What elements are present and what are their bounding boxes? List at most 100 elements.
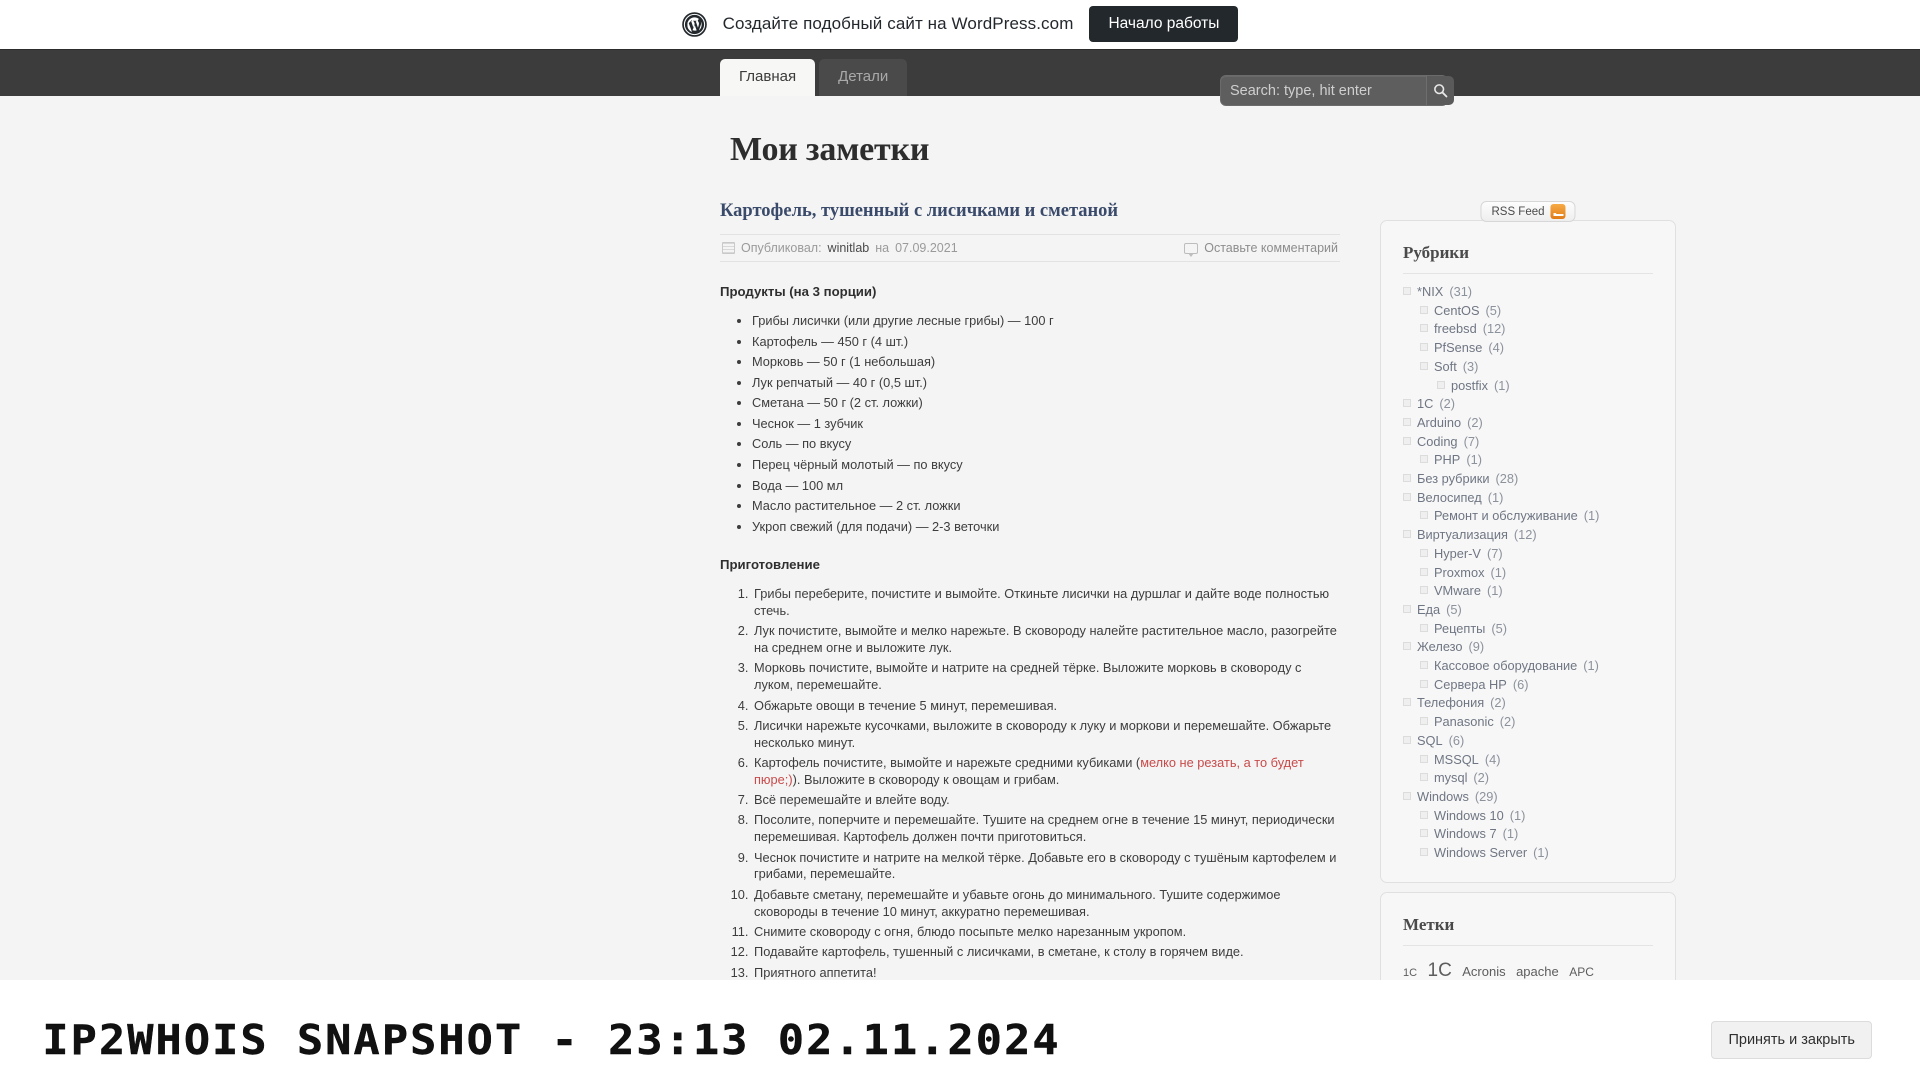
- post-title[interactable]: Картофель, тушенный с лисичками и сметан…: [720, 201, 1340, 222]
- tag-cloud-link[interactable]: apache: [1516, 964, 1559, 979]
- category-bullet-icon: [1420, 586, 1428, 595]
- category-item[interactable]: postfix (1): [1403, 378, 1653, 394]
- post-author[interactable]: winitlab: [828, 241, 870, 255]
- category-name[interactable]: Рецепты: [1434, 621, 1485, 637]
- category-item[interactable]: Proxmox (1): [1403, 565, 1653, 581]
- category-item[interactable]: Soft (3): [1403, 359, 1653, 375]
- category-count: (2): [1473, 770, 1490, 786]
- category-item[interactable]: Велосипед (1): [1403, 490, 1653, 506]
- category-bullet-icon: [1420, 567, 1428, 576]
- category-name[interactable]: VMware: [1434, 583, 1481, 599]
- category-item[interactable]: Сервера HP (6): [1403, 677, 1653, 693]
- category-name[interactable]: Windows: [1417, 789, 1469, 805]
- category-name[interactable]: Windows 10: [1434, 808, 1504, 824]
- categories-panel: Рубрики *NIX (31) CentOS (5) freebsd (12) PfSe…: [1380, 220, 1676, 883]
- tag-cloud-link[interactable]: 1С: [1428, 960, 1452, 981]
- step-highlight[interactable]: мелко не резать, а то будет пюре;): [754, 755, 1304, 787]
- step-item: Подавайте картофель, тушенный с лисичкам…: [752, 944, 1340, 961]
- category-name[interactable]: Panasonic: [1434, 714, 1494, 730]
- category-bullet-icon: [1420, 511, 1428, 520]
- category-item[interactable]: Windows 7 (1): [1403, 826, 1653, 842]
- category-name[interactable]: 1C: [1417, 396, 1433, 412]
- category-name[interactable]: Hyper-V: [1434, 546, 1481, 562]
- category-name[interactable]: PHP: [1434, 452, 1460, 468]
- category-name[interactable]: Виртуализация: [1417, 527, 1508, 543]
- category-item[interactable]: Hyper-V (7): [1403, 546, 1653, 562]
- category-name[interactable]: Arduino: [1417, 415, 1461, 431]
- category-item[interactable]: PfSense (4): [1403, 340, 1653, 356]
- category-item[interactable]: Windows (29): [1403, 789, 1653, 805]
- get-started-button[interactable]: Начало работы: [1089, 6, 1239, 42]
- category-name[interactable]: Сервера HP: [1434, 677, 1507, 693]
- category-name[interactable]: Proxmox: [1434, 565, 1485, 581]
- category-item[interactable]: *NIX (31): [1403, 284, 1653, 300]
- category-name[interactable]: SQL: [1417, 733, 1443, 749]
- category-item[interactable]: Coding (7): [1403, 434, 1653, 450]
- page-title: Мои заметки: [730, 131, 930, 168]
- category-item[interactable]: Arduino (2): [1403, 415, 1653, 431]
- category-count: (1): [1583, 658, 1599, 674]
- category-item[interactable]: VMware (1): [1403, 583, 1653, 599]
- category-item[interactable]: mysql (2): [1403, 770, 1653, 786]
- category-item[interactable]: Без рубрики (28): [1403, 471, 1653, 487]
- tab-detali[interactable]: Детали: [819, 59, 908, 96]
- category-name[interactable]: PfSense: [1434, 340, 1482, 356]
- category-count: (6): [1512, 676, 1529, 692]
- ingredient-item: Морковь — 50 г (1 небольшая): [752, 354, 1340, 370]
- category-bullet-icon: [1420, 455, 1428, 464]
- ingredient-item: Грибы лисички (или другие лесные грибы) …: [752, 313, 1340, 329]
- category-name[interactable]: MSSQL: [1434, 752, 1479, 768]
- category-name[interactable]: CentOS: [1434, 303, 1480, 319]
- rss-feed-button[interactable]: RSS Feed: [1480, 201, 1576, 222]
- category-item[interactable]: Кассовое оборудование (1): [1403, 658, 1653, 674]
- category-name[interactable]: Ремонт и обслуживание: [1434, 508, 1578, 524]
- category-item[interactable]: Железо (9): [1403, 639, 1653, 655]
- category-item[interactable]: Телефония (2): [1403, 695, 1653, 711]
- tab-glavnaya[interactable]: Главная: [720, 59, 816, 96]
- category-name[interactable]: freebsd: [1434, 321, 1477, 337]
- category-name[interactable]: mysql: [1434, 770, 1467, 786]
- category-name[interactable]: Кассовое оборудование: [1434, 658, 1577, 674]
- category-item[interactable]: 1C (2): [1403, 396, 1653, 412]
- category-name[interactable]: Без рубрики: [1417, 471, 1490, 487]
- category-name[interactable]: Soft: [1434, 359, 1457, 375]
- category-item[interactable]: CentOS (5): [1403, 303, 1653, 319]
- category-bullet-icon: [1420, 754, 1428, 763]
- category-item[interactable]: PHP (1): [1403, 452, 1653, 468]
- tag-cloud-link[interactable]: APC: [1569, 965, 1594, 979]
- category-bullet-icon: [1420, 623, 1428, 632]
- category-count: (1): [1466, 452, 1482, 468]
- category-name[interactable]: Windows Server: [1434, 845, 1527, 861]
- category-item[interactable]: Виртуализация (12): [1403, 527, 1653, 543]
- nav-tabs: Главная Детали: [720, 59, 908, 96]
- step-item: Приятного аппетита!: [752, 965, 1340, 982]
- accept-and-close-button[interactable]: Принять и закрыть: [1711, 1021, 1872, 1059]
- category-name[interactable]: postfix: [1451, 378, 1488, 394]
- category-name[interactable]: Велосипед: [1417, 490, 1482, 506]
- snapshot-watermark-bar: IP2WHOIS SNAPSHOT - 23:13 02.11.2024 При…: [0, 1000, 1920, 1080]
- category-name[interactable]: Windows 7: [1434, 826, 1497, 842]
- category-name[interactable]: Coding: [1417, 434, 1458, 450]
- category-item[interactable]: Panasonic (2): [1403, 714, 1653, 730]
- tag-cloud-link[interactable]: Acronis: [1462, 964, 1505, 979]
- category-item[interactable]: Рецепты (5): [1403, 621, 1653, 637]
- category-name[interactable]: Телефония: [1417, 695, 1484, 711]
- ingredient-item: Перец чёрный молотый — по вкусу: [752, 457, 1340, 473]
- on-label: на: [875, 241, 890, 255]
- category-item[interactable]: Windows 10 (1): [1403, 808, 1653, 824]
- category-name[interactable]: Еда: [1417, 602, 1440, 618]
- category-item[interactable]: Еда (5): [1403, 602, 1653, 618]
- leave-comment-link[interactable]: Оставьте комментарий: [1204, 241, 1338, 255]
- category-item[interactable]: Ремонт и обслуживание (1): [1403, 508, 1653, 524]
- category-name[interactable]: *NIX: [1417, 284, 1443, 300]
- category-item[interactable]: Windows Server (1): [1403, 845, 1653, 861]
- category-item[interactable]: SQL (6): [1403, 733, 1653, 749]
- ingredients-heading: Продукты (на 3 порции): [720, 284, 877, 299]
- published-label: Опубликовал:: [741, 241, 822, 255]
- tag-cloud-link[interactable]: 1C: [1403, 967, 1417, 979]
- category-item[interactable]: freebsd (12): [1403, 321, 1653, 337]
- category-item[interactable]: MSSQL (4): [1403, 752, 1653, 768]
- category-bullet-icon: [1420, 679, 1428, 688]
- category-name[interactable]: Железо: [1417, 639, 1463, 655]
- rss-feed-label: RSS Feed: [1491, 205, 1545, 218]
